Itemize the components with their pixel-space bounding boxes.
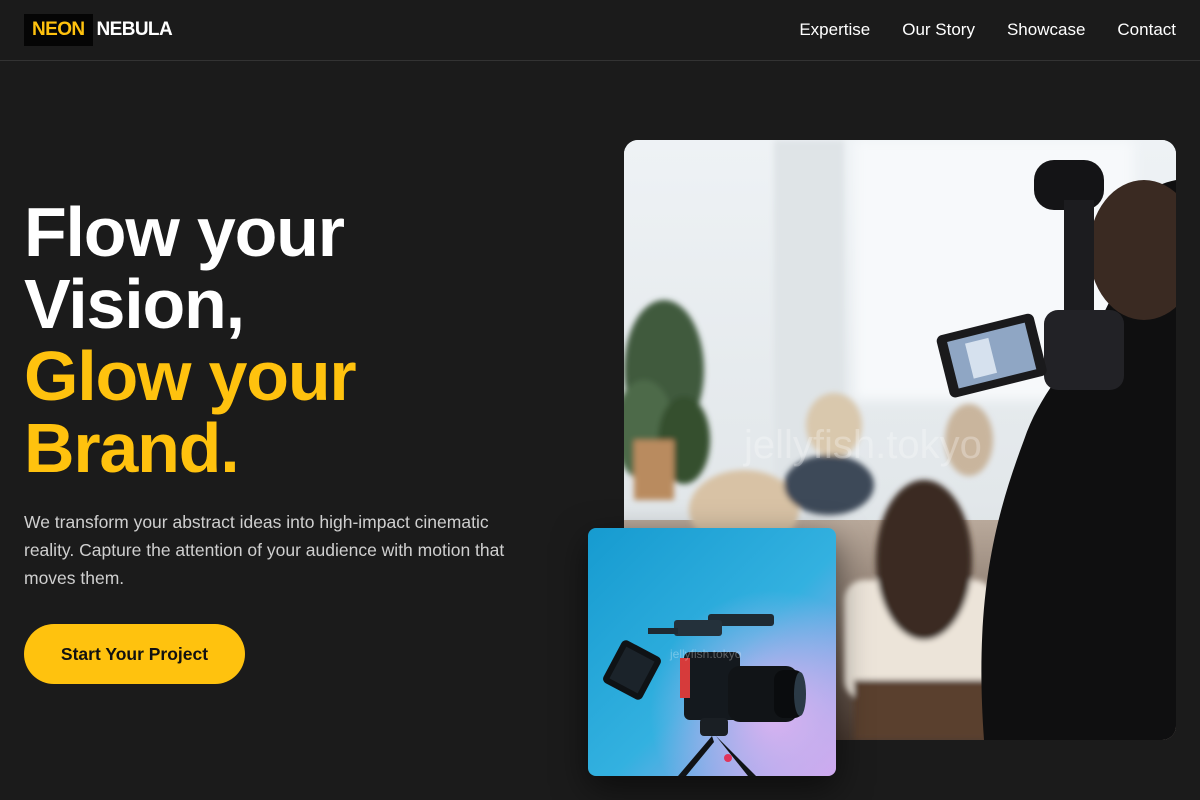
main-nav: Expertise Our Story Showcase Contact (799, 19, 1176, 41)
nav-link-our-story[interactable]: Our Story (902, 19, 975, 41)
nav-link-showcase[interactable]: Showcase (1007, 19, 1085, 41)
hero-secondary-photo: jellyfish.tokyo (588, 528, 836, 776)
camera-rig-photo: jellyfish.tokyo (588, 528, 836, 776)
nav-link-contact[interactable]: Contact (1117, 19, 1176, 41)
brand-logo[interactable]: NEON NEBULA (24, 14, 173, 46)
headline-line-1: Flow your (24, 193, 345, 271)
nav-link-expertise[interactable]: Expertise (799, 19, 870, 41)
logo-nebula: NEBULA (96, 19, 173, 40)
headline-line-2: Vision, (24, 265, 245, 343)
logo-neon: NEON (24, 14, 93, 46)
secondary-photo-watermark: jellyfish.tokyo (669, 647, 742, 661)
headline-line-3: Glow your (24, 337, 357, 415)
site-header: NEON NEBULA Expertise Our Story Showcase… (0, 0, 1200, 61)
main-photo-watermark: jellyfish.tokyo (743, 423, 982, 467)
hero-description: We transform your abstract ideas into hi… (24, 512, 505, 588)
headline-line-4: Brand. (24, 409, 240, 487)
start-project-button[interactable]: Start Your Project (24, 624, 245, 684)
hero-headline: Flow your Vision, Glow your Brand. (24, 193, 357, 487)
